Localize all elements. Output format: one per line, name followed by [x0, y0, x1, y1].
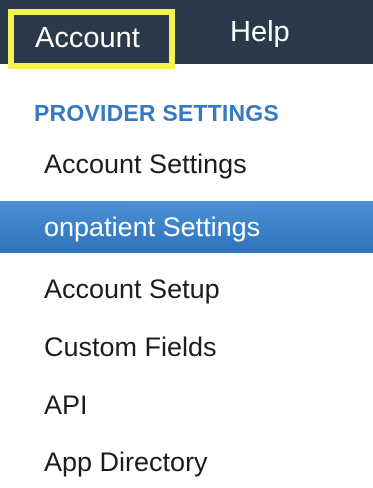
menu-item-custom-fields[interactable]: Custom Fields: [0, 321, 373, 373]
menu-item-onpatient-settings[interactable]: onpatient Settings: [0, 201, 373, 253]
section-title-provider-settings: PROVIDER SETTINGS: [34, 100, 279, 126]
menu-item-account-settings[interactable]: Account Settings: [0, 138, 373, 190]
menu-help[interactable]: Help: [230, 13, 290, 51]
menu-account[interactable]: Account: [8, 9, 175, 69]
menu-item-account-setup[interactable]: Account Setup: [0, 263, 373, 315]
account-dropdown-menu: PROVIDER SETTINGS Account Settings onpat…: [0, 76, 373, 478]
menu-item-app-directory[interactable]: App Directory: [0, 436, 373, 488]
menu-item-api[interactable]: API: [0, 379, 373, 431]
top-menubar: Account Help: [0, 0, 373, 76]
